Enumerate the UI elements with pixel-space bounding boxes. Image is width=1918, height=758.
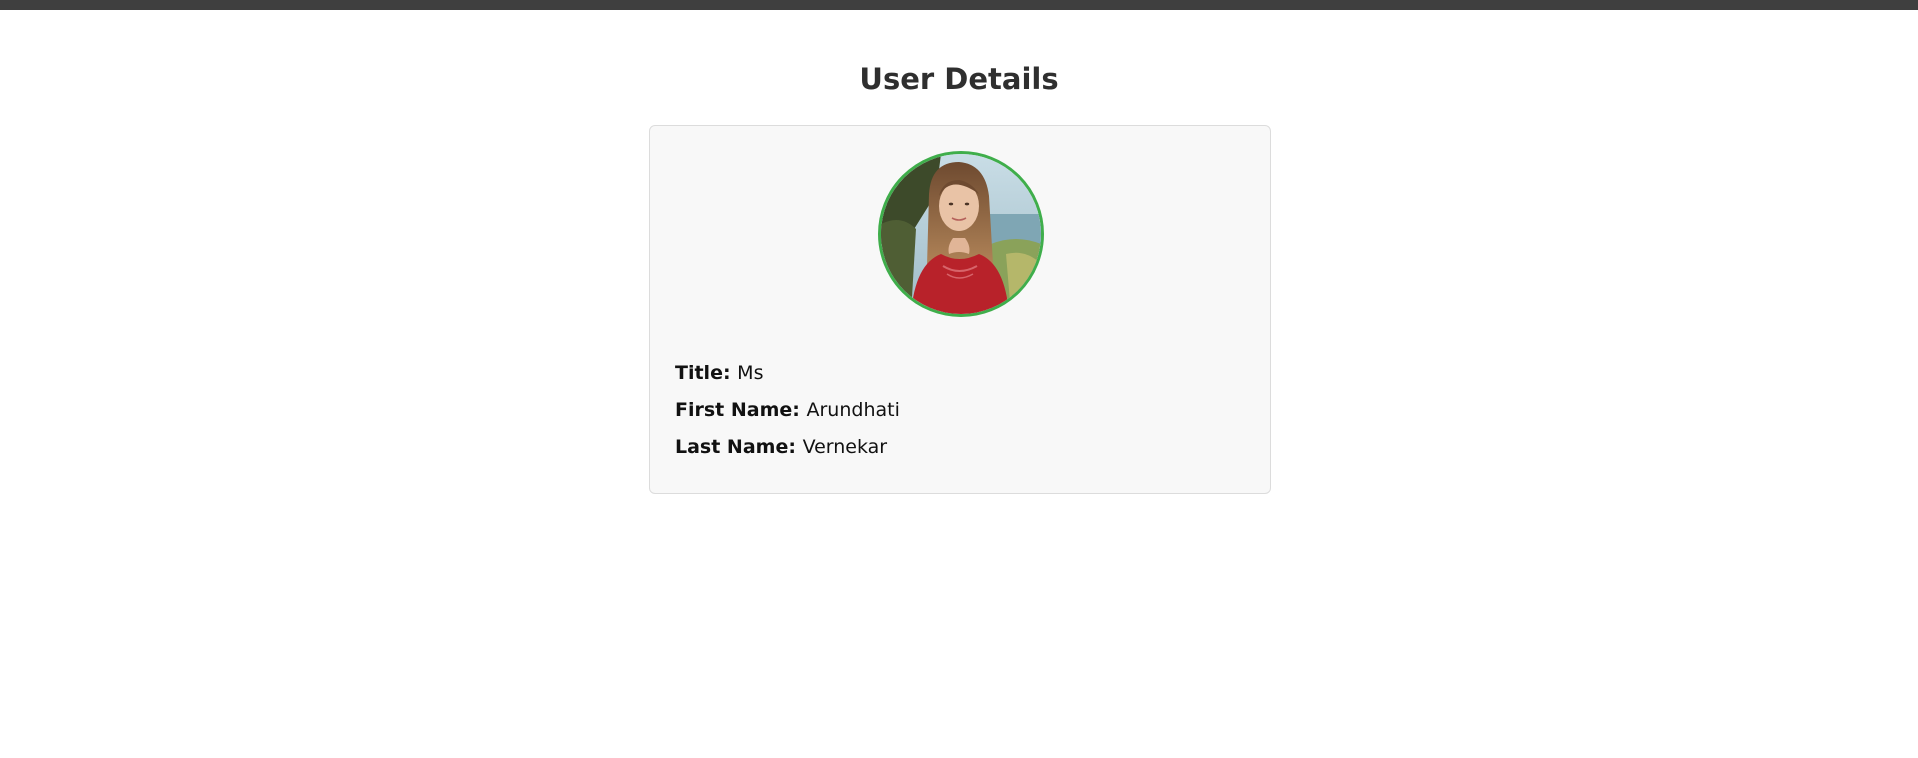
field-last-name: Last Name: Vernekar — [675, 433, 900, 470]
page-title: User Details — [859, 62, 1059, 96]
field-last-name-value: Vernekar — [802, 436, 888, 458]
avatar — [878, 151, 1044, 317]
field-first-name: First Name: Arundhati — [675, 396, 900, 433]
browser-top-bar — [0, 0, 1918, 10]
field-title-label: Title: — [675, 362, 738, 384]
field-last-name-label: Last Name: — [675, 436, 803, 458]
field-title-value: Ms — [737, 362, 764, 384]
field-first-name-value: Arundhati — [806, 399, 900, 421]
user-photo — [881, 154, 1041, 314]
user-details-card: Title: Ms First Name: Arundhati Last Nam… — [649, 125, 1271, 494]
field-first-name-label: First Name: — [675, 399, 807, 421]
field-title: Title: Ms — [675, 359, 900, 396]
user-fields-list: Title: Ms First Name: Arundhati Last Nam… — [675, 359, 900, 470]
